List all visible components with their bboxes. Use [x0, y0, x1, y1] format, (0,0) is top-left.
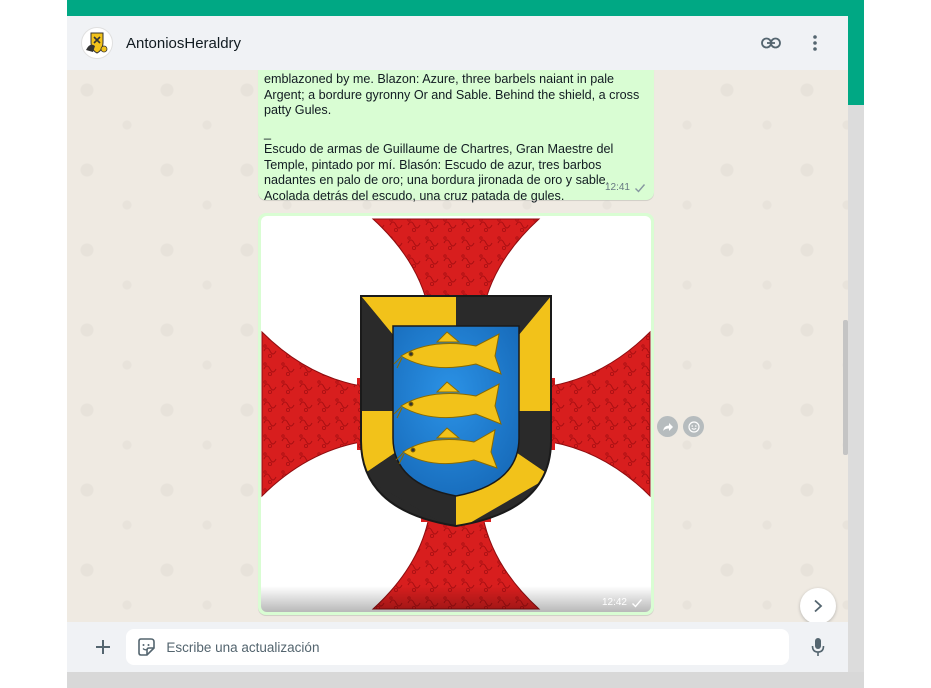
plus-icon[interactable]	[85, 629, 120, 665]
single-check-icon	[635, 184, 646, 193]
chat-title[interactable]: AntoniosHeraldry	[126, 35, 241, 52]
cross-left-arm	[261, 330, 362, 498]
chat-window: AntoniosHeraldry emblazoned by me. Blazo…	[67, 16, 848, 672]
chevron-right-icon[interactable]	[800, 588, 836, 622]
more-vertical-icon[interactable]	[804, 32, 826, 54]
screen: AntoniosHeraldry emblazoned by me. Blazo…	[0, 0, 931, 688]
message-text-separator: _	[264, 126, 272, 141]
message-input[interactable]	[166, 639, 767, 655]
message-input-wrapper[interactable]	[126, 629, 789, 665]
message-time: 12:41	[604, 182, 630, 194]
bottom-gray-band	[67, 672, 864, 688]
image-message-bubble[interactable]: 12:42	[258, 213, 654, 615]
right-accent-band	[848, 16, 864, 105]
top-accent-band	[67, 0, 864, 16]
image-overlay-shade	[261, 586, 651, 612]
text-message-bubble[interactable]: emblazoned by me. Blazon: Azure, three b…	[258, 70, 654, 203]
sticker-icon[interactable]	[136, 637, 156, 657]
link-icon[interactable]	[760, 32, 782, 54]
single-check-icon	[632, 598, 643, 608]
emoji-reaction-icon[interactable]	[683, 416, 704, 437]
message-list[interactable]: emblazoned by me. Blazon: Azure, three b…	[67, 70, 848, 622]
heraldry-avatar-icon[interactable]	[81, 27, 113, 59]
forward-icon[interactable]	[657, 416, 678, 437]
message-meta: 12:41	[605, 180, 646, 196]
coat-of-arms-image[interactable]: 12:42	[261, 216, 651, 612]
cross-right-arm	[550, 330, 651, 498]
right-gray-band	[848, 105, 864, 688]
coat-of-arms-artwork	[261, 218, 651, 610]
message-composer	[67, 622, 848, 672]
image-time: 12:42	[601, 597, 627, 608]
image-meta: 12:42	[602, 597, 643, 608]
header-actions	[760, 32, 834, 54]
message-text-english: emblazoned by me. Blazon: Azure, three b…	[264, 72, 640, 118]
scrollbar-thumb[interactable]	[843, 320, 848, 455]
message-text-spanish: Escudo de armas de Guillaume de Chartres…	[264, 141, 614, 203]
microphone-icon[interactable]	[801, 629, 836, 665]
message-side-actions	[657, 416, 704, 437]
chat-header[interactable]: AntoniosHeraldry	[67, 16, 848, 70]
